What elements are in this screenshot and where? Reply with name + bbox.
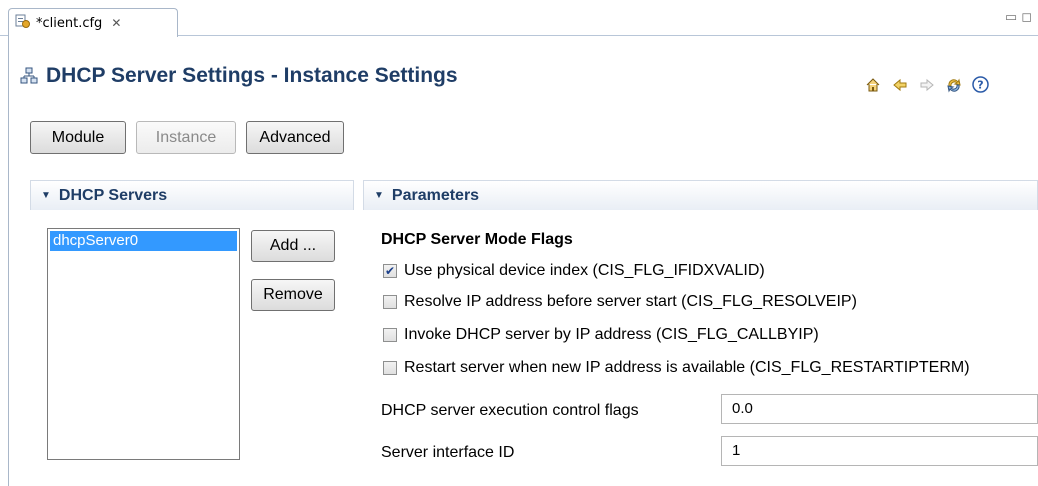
maximize-icon[interactable]: ◻ xyxy=(1021,10,1032,25)
mode-flags-heading: DHCP Server Mode Flags xyxy=(381,231,573,248)
flag-resolveip[interactable]: Resolve IP address before server start (… xyxy=(383,293,857,311)
collapse-triangle-icon[interactable]: ▼ xyxy=(374,190,384,201)
nav-toolbar: ? xyxy=(864,76,989,93)
instance-button[interactable]: Instance xyxy=(136,121,236,154)
flag-callbyip[interactable]: Invoke DHCP server by IP address (CIS_FL… xyxy=(383,326,819,344)
tab-client-cfg[interactable]: *client.cfg ✕ xyxy=(8,8,178,37)
collapse-triangle-icon[interactable]: ▼ xyxy=(41,190,51,201)
dhcp-servers-section-header[interactable]: ▼ DHCP Servers xyxy=(30,180,354,210)
checkbox[interactable] xyxy=(383,361,397,375)
add-server-button[interactable]: Add ... xyxy=(251,230,335,262)
dhcp-server-list[interactable]: dhcpServer0 xyxy=(47,228,240,460)
checkbox[interactable] xyxy=(383,295,397,309)
page-title-text: DHCP Server Settings - Instance Settings xyxy=(46,64,458,87)
checkbox-checked[interactable]: ✔ xyxy=(383,264,397,278)
network-icon xyxy=(20,67,38,85)
editor-tab-bar: *client.cfg ✕ ▭ ◻ xyxy=(0,0,1038,37)
checkbox-label: Use physical device index (CIS_FLG_IFIDX… xyxy=(404,262,765,279)
server-interface-id-input[interactable]: 1 xyxy=(721,436,1038,466)
module-button[interactable]: Module xyxy=(30,121,126,154)
checkbox[interactable] xyxy=(383,328,397,342)
editor-border xyxy=(8,36,9,486)
list-item[interactable]: dhcpServer0 xyxy=(50,231,237,251)
checkbox-label: Resolve IP address before server start (… xyxy=(404,293,857,310)
flag-restartipterm[interactable]: Restart server when new IP address is av… xyxy=(383,359,970,377)
section-title: DHCP Servers xyxy=(58,186,168,204)
checkbox-label: Invoke DHCP server by IP address (CIS_FL… xyxy=(404,326,819,343)
advanced-button[interactable]: Advanced xyxy=(246,121,344,154)
config-file-icon xyxy=(15,13,31,33)
exec-control-flags-input[interactable]: 0.0 xyxy=(721,394,1038,424)
window-controls: ▭ ◻ xyxy=(1005,10,1032,25)
checkbox-label: Restart server when new IP address is av… xyxy=(404,359,970,376)
remove-server-button[interactable]: Remove xyxy=(251,279,335,311)
section-title: Parameters xyxy=(391,186,480,204)
forward-icon[interactable] xyxy=(918,76,935,93)
tab-label: *client.cfg xyxy=(36,15,103,31)
parameters-section-header[interactable]: ▼ Parameters xyxy=(363,180,1038,210)
close-tab-icon[interactable]: ✕ xyxy=(111,16,121,30)
flag-ifidxvalid[interactable]: ✔ Use physical device index (CIS_FLG_IFI… xyxy=(383,262,765,280)
home-icon[interactable] xyxy=(864,76,881,93)
svg-text:?: ? xyxy=(977,79,983,92)
refresh-icon[interactable] xyxy=(945,76,962,93)
help-icon[interactable]: ? xyxy=(972,76,989,93)
minimize-icon[interactable]: ▭ xyxy=(1005,10,1017,25)
exec-control-flags-label: DHCP server execution control flags xyxy=(381,402,639,419)
back-icon[interactable] xyxy=(891,76,908,93)
page-title: DHCP Server Settings - Instance Settings xyxy=(20,64,458,88)
server-interface-id-label: Server interface ID xyxy=(381,444,515,461)
